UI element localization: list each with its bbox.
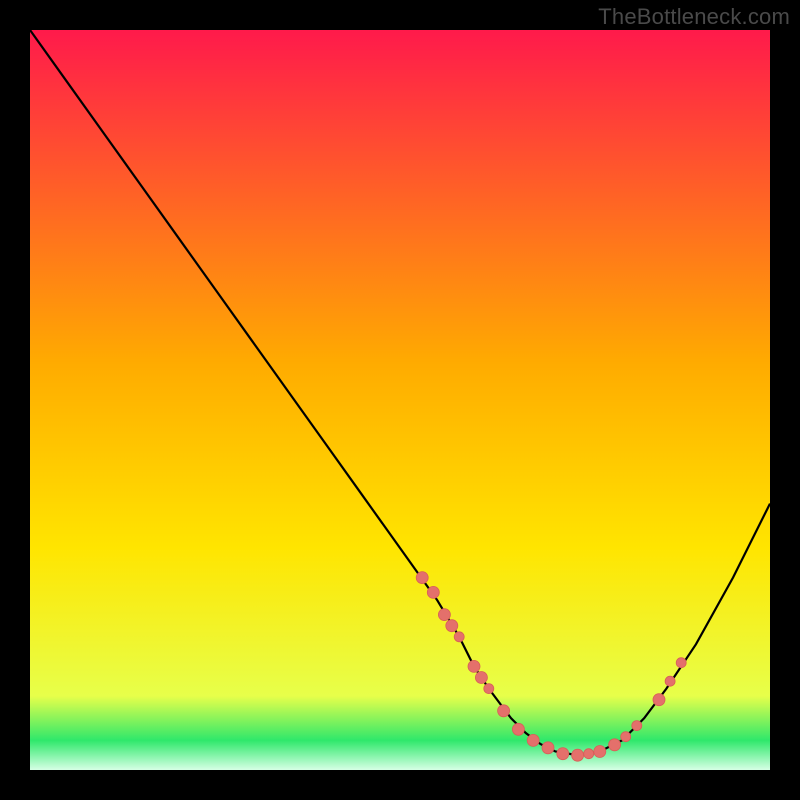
- data-point-marker: [676, 658, 686, 668]
- data-point-marker: [621, 732, 631, 742]
- data-point-marker: [475, 672, 487, 684]
- data-point-marker: [427, 586, 439, 598]
- data-point-marker: [584, 749, 594, 759]
- data-point-marker: [632, 721, 642, 731]
- data-point-marker: [468, 660, 480, 672]
- watermark-text: TheBottleneck.com: [598, 4, 790, 30]
- data-point-marker: [653, 694, 665, 706]
- data-point-marker: [438, 609, 450, 621]
- data-point-marker: [416, 572, 428, 584]
- data-point-marker: [594, 746, 606, 758]
- plot-area: [30, 30, 770, 770]
- data-point-marker: [557, 748, 569, 760]
- chart-frame: TheBottleneck.com: [0, 0, 800, 800]
- bottleneck-chart: [30, 30, 770, 770]
- data-point-marker: [446, 620, 458, 632]
- data-point-marker: [484, 684, 494, 694]
- data-point-marker: [609, 739, 621, 751]
- data-point-marker: [498, 705, 510, 717]
- data-point-marker: [572, 749, 584, 761]
- heatmap-background: [30, 30, 770, 770]
- data-point-marker: [512, 723, 524, 735]
- data-point-marker: [454, 632, 464, 642]
- data-point-marker: [527, 734, 539, 746]
- data-point-marker: [665, 676, 675, 686]
- data-point-marker: [542, 742, 554, 754]
